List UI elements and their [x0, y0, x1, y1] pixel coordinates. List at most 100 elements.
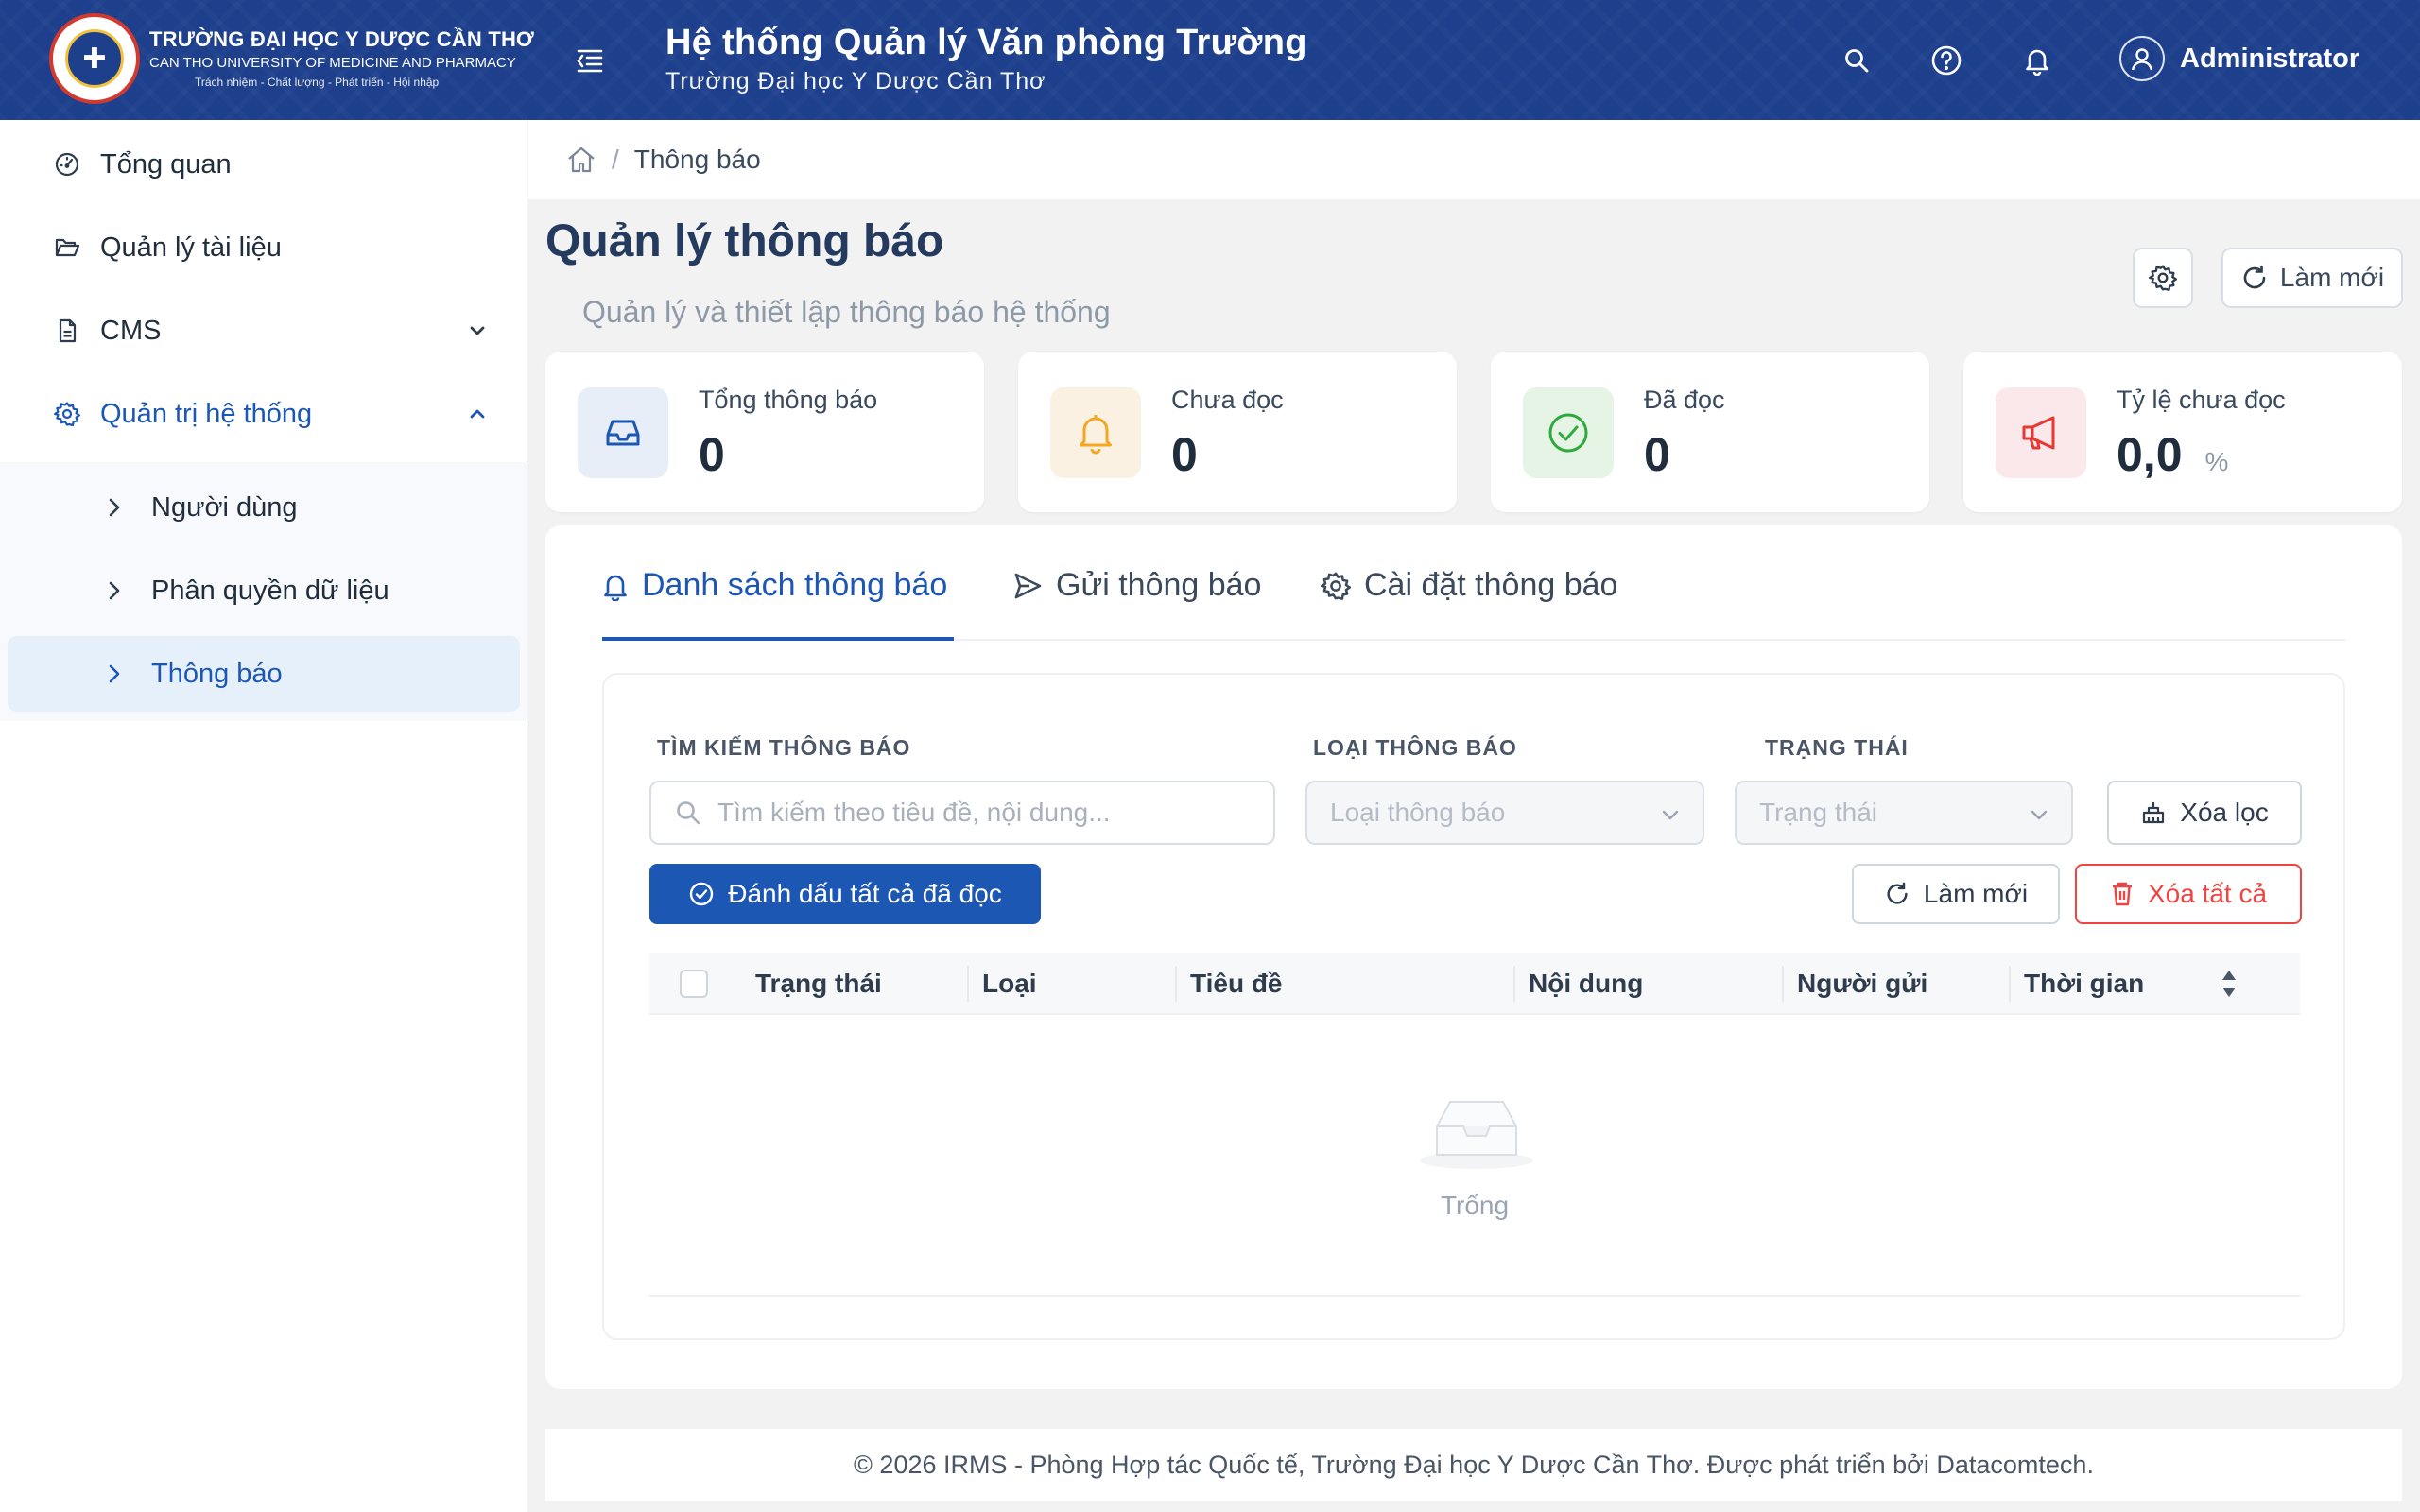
- sidebar-item-label: Tổng quan: [100, 148, 232, 180]
- search-icon: [1845, 49, 1869, 73]
- stat-card-unread: Chưa đọc 0: [1018, 352, 1457, 512]
- notification-card: Danh sách thông báo Gửi thông báo Cài đặ…: [545, 525, 2402, 1389]
- select-all-checkbox[interactable]: [680, 970, 708, 998]
- tab-label: Gửi thông báo: [1056, 567, 1262, 603]
- column-header-status[interactable]: Trạng thái: [755, 953, 882, 1015]
- sort-icon: [2222, 971, 2236, 997]
- tab-notification-list[interactable]: Danh sách thông báo: [602, 567, 954, 641]
- column-header-title[interactable]: Tiêu đề: [1190, 953, 1283, 1015]
- menu-fold-button[interactable]: [571, 42, 609, 79]
- gear-icon: [1321, 572, 1351, 600]
- table-header: Trạng thái Loại Tiêu đề Nội dung Người g…: [649, 953, 2300, 1015]
- header-search-button[interactable]: [1836, 40, 1877, 81]
- page-settings-button[interactable]: [2133, 248, 2193, 308]
- notification-table: Trạng thái Loại Tiêu đề Nội dung Người g…: [649, 953, 2300, 1297]
- folder-open-icon: [55, 238, 80, 257]
- stat-label: Đã đọc: [1644, 386, 1725, 414]
- column-header-content[interactable]: Nội dung: [1529, 953, 1643, 1015]
- file-icon: [59, 318, 77, 343]
- search-placeholder: Tìm kiếm theo tiêu đề, nội dung...: [717, 798, 1111, 827]
- empty-text: Trống: [1440, 1191, 1510, 1220]
- breadcrumb-current: Thông báo: [633, 145, 761, 174]
- stat-value: 0,0: [2117, 428, 2183, 481]
- clear-filter-icon: [2143, 802, 2165, 824]
- tab-label: Cài đặt thông báo: [1364, 567, 1618, 603]
- stat-label: Chưa đọc: [1171, 386, 1284, 414]
- logo-name-en: CAN THO UNIVERSITY OF MEDICINE AND PHARM…: [149, 55, 516, 72]
- refresh-list-button[interactable]: Làm mới: [1852, 864, 2060, 924]
- refresh-list-label: Làm mới: [1923, 879, 2029, 908]
- page-subtitle: Quản lý và thiết lập thông báo hệ thống: [582, 295, 1111, 329]
- breadcrumb-home[interactable]: [566, 146, 596, 174]
- sidebar-item-users[interactable]: Người dùng: [8, 470, 520, 545]
- system-admin-submenu: Người dùng Phân quyền dữ liệu Thông báo: [0, 462, 527, 721]
- status-label: TRẠNG THÁI: [1765, 735, 1909, 760]
- type-select[interactable]: Loại thông báo: [1305, 781, 1704, 845]
- header-notification-button[interactable]: [2016, 40, 2058, 81]
- stat-value: 0: [699, 428, 725, 481]
- tab-send-notification[interactable]: Gửi thông báo: [1012, 567, 1261, 641]
- footer: © 2026 IRMS - Phòng Hợp tác Quốc tế, Trư…: [545, 1429, 2402, 1501]
- tab-bar: Danh sách thông báo Gửi thông báo Cài đặ…: [602, 525, 2345, 641]
- search-input[interactable]: Tìm kiếm theo tiêu đề, nội dung...: [649, 781, 1275, 845]
- stat-card-total: Tổng thông báo 0: [545, 352, 984, 512]
- refresh-label: Làm mới: [2279, 263, 2385, 292]
- breadcrumb-separator: /: [612, 145, 619, 174]
- breadcrumb: / Thông báo: [528, 120, 2420, 199]
- megaphone-icon: [2022, 416, 2055, 450]
- university-logo[interactable]: ✚ TRƯỜNG ĐẠI HỌC Y DƯỢC CẦN THƠ CAN THO …: [49, 13, 534, 104]
- sidebar-item-overview[interactable]: Tổng quan: [0, 131, 527, 198]
- chevron-down-icon: [470, 326, 485, 335]
- sidebar-item-label: Người dùng: [151, 491, 298, 523]
- trash-icon: [2112, 882, 2132, 906]
- tab-label: Danh sách thông báo: [642, 567, 948, 603]
- tab-notification-settings[interactable]: Cài đặt thông báo: [1321, 567, 1617, 641]
- stat-card-read: Đã đọc 0: [1491, 352, 1929, 512]
- send-icon: [1014, 573, 1042, 599]
- sidebar-item-label: Phân quyền dữ liệu: [151, 575, 389, 606]
- search-icon: [677, 801, 700, 825]
- sidebar-item-system-admin[interactable]: Quản trị hệ thống: [0, 381, 527, 447]
- notification-list-panel: TÌM KIẾM THÔNG BÁO LOẠI THÔNG BÁO TRẠNG …: [602, 673, 2345, 1340]
- sidebar-item-notifications[interactable]: Thông báo: [8, 636, 520, 712]
- search-label: TÌM KIẾM THÔNG BÁO: [657, 735, 911, 760]
- type-placeholder: Loại thông báo: [1330, 798, 1506, 827]
- sidebar-item-cms[interactable]: CMS: [0, 298, 527, 364]
- avatar: [2119, 36, 2165, 81]
- logo-emblem: ✚: [49, 13, 140, 104]
- sidebar-item-documents[interactable]: Quản lý tài liệu: [0, 215, 527, 281]
- header-help-button[interactable]: [1926, 40, 1967, 81]
- status-placeholder: Trạng thái: [1759, 798, 1878, 827]
- column-header-sender[interactable]: Người gửi: [1797, 953, 1927, 1015]
- help-icon: [1931, 45, 1962, 76]
- column-header-time[interactable]: Thời gian: [2024, 953, 2144, 1015]
- stat-card-unread-ratio: Tỷ lệ chưa đọc 0,0%: [1963, 352, 2402, 512]
- user-name: Administrator: [2180, 43, 2360, 74]
- delete-all-button[interactable]: Xóa tất cả: [2075, 864, 2302, 924]
- system-title: Hệ thống Quản lý Văn phòng Trường: [666, 23, 1307, 62]
- check-circle-icon: [1548, 413, 1588, 453]
- user-menu[interactable]: Administrator: [2119, 36, 2360, 81]
- gear-icon: [54, 402, 80, 427]
- stat-value: 0: [1171, 428, 1198, 481]
- clear-filter-button[interactable]: Xóa lọc: [2107, 781, 2302, 845]
- page-refresh-button[interactable]: Làm mới: [2221, 248, 2403, 308]
- sort-time-button[interactable]: [2219, 968, 2239, 1000]
- mark-all-read-button[interactable]: Đánh dấu tất cả đã đọc: [649, 864, 1041, 924]
- refresh-icon: [2243, 265, 2266, 289]
- sidebar-item-data-permissions[interactable]: Phân quyền dữ liệu: [8, 553, 520, 628]
- chevron-right-icon: [109, 581, 120, 600]
- logo-name-vi: TRƯỜNG ĐẠI HỌC Y DƯỢC CẦN THƠ: [149, 26, 535, 51]
- sidebar-item-label: Quản lý tài liệu: [100, 232, 282, 263]
- refresh-icon: [1887, 882, 1908, 904]
- delete-all-label: Xóa tất cả: [2147, 879, 2268, 908]
- sidebar-item-label: CMS: [100, 315, 162, 346]
- status-select[interactable]: Trạng thái: [1735, 781, 2073, 845]
- column-header-type[interactable]: Loại: [982, 953, 1037, 1015]
- sidebar-item-label: Thông báo: [151, 658, 283, 689]
- clear-filter-label: Xóa lọc: [2180, 798, 2269, 827]
- bell-icon: [604, 575, 627, 601]
- page-title: Quản lý thông báo: [545, 216, 944, 266]
- chevron-down-icon: [1662, 810, 1679, 820]
- stat-value: 0: [1644, 428, 1670, 481]
